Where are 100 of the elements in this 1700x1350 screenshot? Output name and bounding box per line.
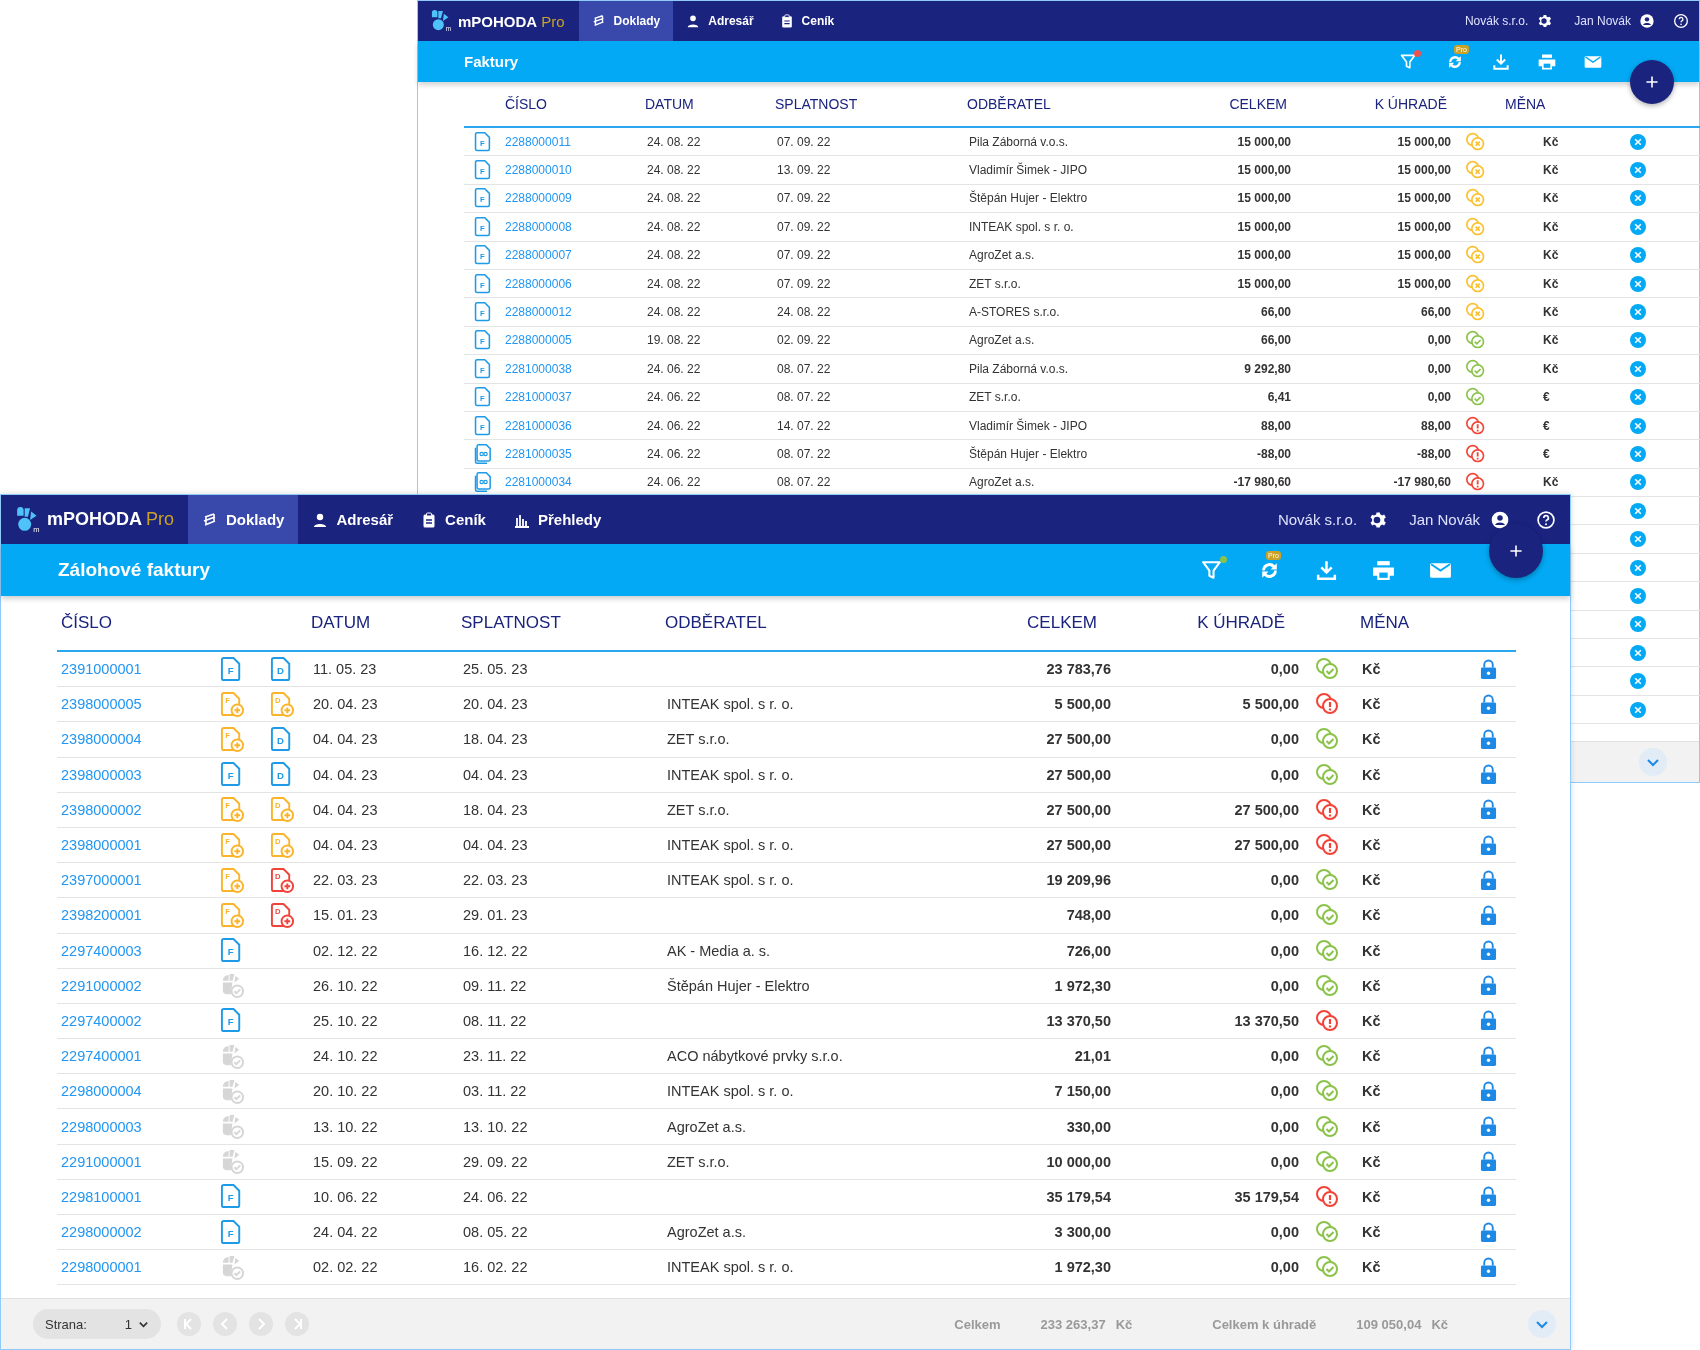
cancel-icon[interactable]: [1629, 644, 1646, 661]
user-icon[interactable]: [1490, 509, 1510, 530]
nav-tab[interactable]: Přehledy: [499, 495, 616, 544]
document-number-link[interactable]: 2288000010: [501, 163, 641, 178]
lock-icon[interactable]: [1480, 658, 1497, 680]
nav-tab[interactable]: Adresář: [673, 1, 767, 41]
cancel-icon[interactable]: [1629, 417, 1646, 434]
document-number-link[interactable]: 2281000038: [501, 361, 641, 376]
column-header[interactable]: SPLATNOST: [771, 96, 963, 112]
add-button[interactable]: [1630, 60, 1674, 104]
document-number-link[interactable]: 2288000008: [501, 219, 641, 234]
document-number-link[interactable]: 2298000004: [57, 1083, 207, 1100]
lock-icon[interactable]: [1480, 1256, 1497, 1278]
document-number-link[interactable]: 2288000009: [501, 191, 641, 206]
documents-icon[interactable]: [474, 471, 494, 494]
lock-icon[interactable]: [1480, 869, 1497, 891]
lock-icon[interactable]: [1480, 1045, 1497, 1067]
expand-icon[interactable]: [1639, 748, 1667, 776]
cancel-icon[interactable]: [1629, 218, 1646, 235]
column-header[interactable]: ČÍSLO: [501, 96, 641, 112]
help-icon[interactable]: [1536, 509, 1556, 530]
cancel-icon[interactable]: [1629, 133, 1646, 150]
lock-icon[interactable]: [1480, 975, 1497, 997]
document-number-link[interactable]: 2281000035: [501, 447, 641, 461]
nav-tab[interactable]: Ceník: [766, 1, 848, 41]
lock-icon[interactable]: [1480, 1221, 1497, 1243]
document-number-link[interactable]: 2398000004: [57, 731, 207, 748]
document-number-link[interactable]: 2298000001: [57, 1259, 207, 1276]
document-number-link[interactable]: 2398000003: [57, 766, 207, 783]
settings-icon[interactable]: [1536, 13, 1553, 29]
nav-tab[interactable]: Ceník: [407, 495, 500, 544]
cancel-icon[interactable]: [1629, 559, 1646, 576]
column-header[interactable]: DATUM: [307, 613, 457, 633]
cancel-icon[interactable]: [1629, 389, 1646, 406]
lock-icon[interactable]: [1480, 904, 1497, 926]
cancel-icon[interactable]: [1629, 701, 1646, 718]
cancel-icon[interactable]: [1629, 673, 1646, 690]
document-number-link[interactable]: 2288000006: [501, 276, 641, 291]
document-number-link[interactable]: 2297400003: [57, 942, 207, 959]
lock-icon[interactable]: [1480, 1151, 1497, 1173]
lock-icon[interactable]: [1480, 1080, 1497, 1102]
lock-icon[interactable]: [1480, 1186, 1497, 1208]
column-header[interactable]: MĚNA: [1501, 96, 1621, 112]
document-number-link[interactable]: 2391000001: [57, 661, 207, 678]
document-number-link[interactable]: 2398000001: [57, 837, 207, 854]
cancel-icon[interactable]: [1629, 162, 1646, 179]
document-number-link[interactable]: 2281000034: [501, 475, 641, 490]
document-number-link[interactable]: 2291000001: [57, 1153, 207, 1170]
nav-tab[interactable]: Adresář: [298, 495, 408, 544]
cancel-icon[interactable]: [1629, 275, 1646, 292]
cancel-icon[interactable]: [1629, 247, 1646, 264]
document-number-link[interactable]: 2281000037: [501, 390, 641, 405]
user-icon[interactable]: [1639, 13, 1655, 29]
document-number-link[interactable]: 2288000005: [501, 333, 641, 348]
lock-icon[interactable]: [1480, 834, 1497, 856]
column-header[interactable]: SPLATNOST: [457, 613, 661, 633]
cancel-icon[interactable]: [1629, 332, 1646, 349]
column-header[interactable]: K ÚHRADĚ: [1111, 613, 1299, 633]
column-header[interactable]: DATUM: [641, 96, 771, 112]
nav-tab[interactable]: Doklady: [578, 1, 674, 41]
column-header[interactable]: ODBĚRATEL: [963, 96, 1181, 112]
document-number-link[interactable]: 2398000005: [57, 696, 207, 713]
column-header[interactable]: CELKEM: [981, 613, 1111, 633]
cancel-icon[interactable]: [1629, 616, 1646, 633]
lock-icon[interactable]: [1480, 1116, 1497, 1138]
document-number-link[interactable]: 2281000036: [501, 418, 641, 433]
lock-icon[interactable]: [1480, 940, 1497, 962]
document-number-link[interactable]: 2397000001: [57, 872, 207, 889]
document-number-link[interactable]: 2398000002: [57, 801, 207, 818]
page-select[interactable]: Strana: 1: [33, 1309, 161, 1339]
column-header[interactable]: CELKEM: [1181, 96, 1291, 112]
help-icon[interactable]: [1673, 13, 1689, 29]
cancel-icon[interactable]: [1629, 304, 1646, 321]
document-number-link[interactable]: 2288000011: [501, 134, 641, 149]
lock-icon[interactable]: [1480, 1010, 1497, 1032]
lock-icon[interactable]: [1480, 764, 1497, 786]
column-header[interactable]: K ÚHRADĚ: [1291, 96, 1451, 112]
document-number-link[interactable]: 2288000012: [501, 305, 641, 320]
document-number-link[interactable]: 2297400001: [57, 1048, 207, 1065]
cancel-icon[interactable]: [1629, 446, 1646, 462]
lock-icon[interactable]: [1480, 799, 1497, 821]
nav-tab[interactable]: Doklady: [188, 495, 299, 544]
document-number-link[interactable]: 2297400002: [57, 1012, 207, 1029]
column-header[interactable]: ODBĚRATEL: [661, 613, 981, 633]
documents-icon[interactable]: [474, 443, 494, 465]
column-header[interactable]: ČÍSLO: [57, 613, 207, 633]
cancel-icon[interactable]: [1629, 360, 1646, 377]
document-number-link[interactable]: 2398200001: [57, 907, 207, 924]
lock-icon[interactable]: [1480, 728, 1497, 750]
expand-icon[interactable]: [1528, 1310, 1556, 1338]
lock-icon[interactable]: [1480, 693, 1497, 715]
cancel-icon[interactable]: [1629, 190, 1646, 207]
document-number-link[interactable]: 2298100001: [57, 1188, 207, 1205]
cancel-icon[interactable]: [1629, 502, 1646, 519]
document-number-link[interactable]: 2298000002: [57, 1224, 207, 1241]
document-number-link[interactable]: 2298000003: [57, 1118, 207, 1135]
cancel-icon[interactable]: [1629, 531, 1646, 548]
document-number-link[interactable]: 2288000007: [501, 248, 641, 263]
document-number-link[interactable]: 2291000002: [57, 977, 207, 994]
column-header[interactable]: MĚNA: [1356, 613, 1461, 633]
